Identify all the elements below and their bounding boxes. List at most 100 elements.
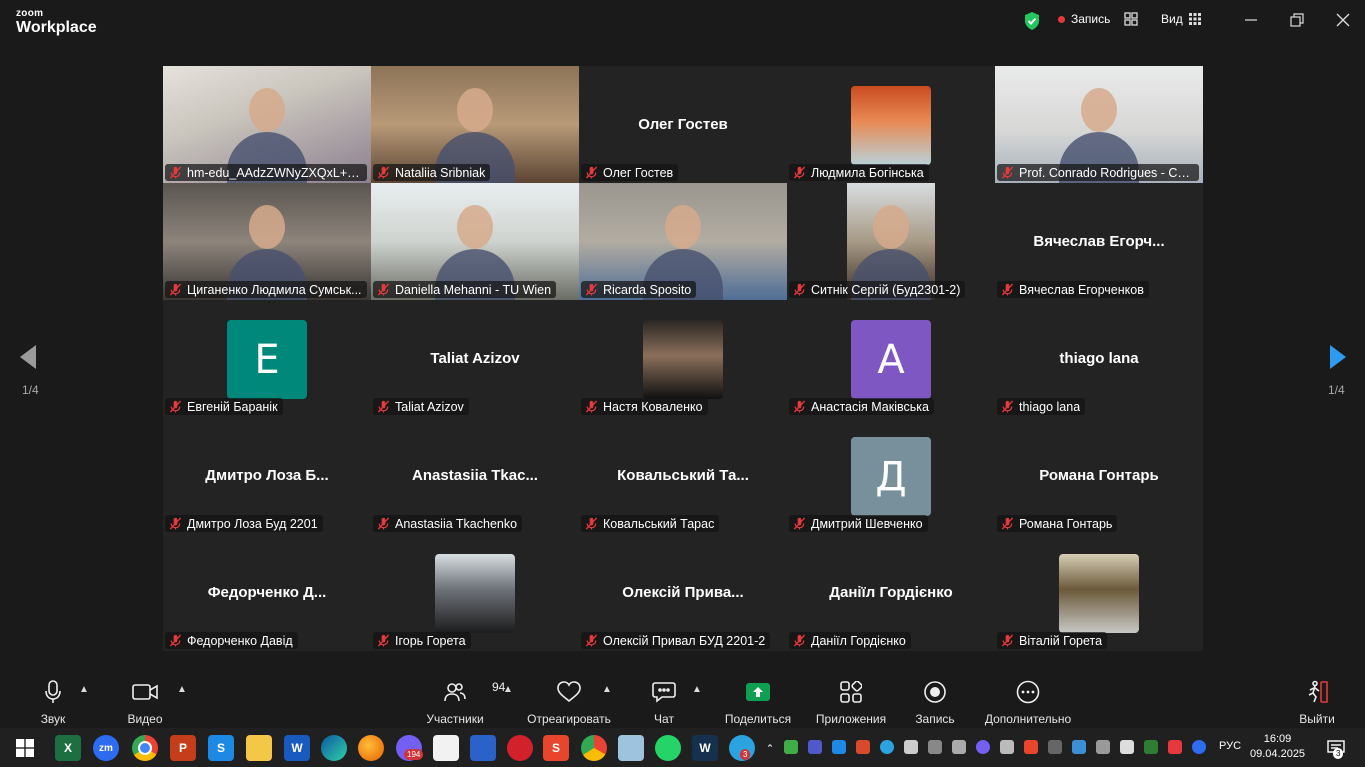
prev-page-arrow-icon[interactable] — [18, 343, 38, 376]
participant-tile[interactable]: Людмила Богінська — [787, 66, 995, 183]
chat-options-caret-icon[interactable]: ▲ — [692, 684, 702, 695]
close-button[interactable] — [1331, 10, 1355, 30]
participant-tile[interactable]: Віталій Горета — [995, 534, 1203, 651]
tray-security-icon[interactable] — [1144, 740, 1158, 754]
react-options-caret-icon[interactable]: ▲ — [602, 684, 612, 695]
whatsapp-icon[interactable] — [655, 735, 681, 761]
audio-options-caret-icon[interactable]: ▲ — [79, 684, 89, 695]
participant-name: Nataliia Sribniak — [395, 165, 486, 180]
recording-indicator[interactable]: Запись — [1058, 12, 1110, 26]
tray-battery-icon[interactable] — [1000, 740, 1014, 754]
tray-app-s-icon[interactable] — [1024, 740, 1038, 754]
zoom-taskbar-icon[interactable]: zm — [93, 735, 119, 761]
muted-microphone-icon — [793, 283, 806, 296]
notepad-icon[interactable] — [433, 735, 459, 761]
participant-name: Циганенко Людмила Сумськ... — [187, 282, 362, 297]
paint-app-icon[interactable] — [618, 735, 644, 761]
file-explorer-icon[interactable] — [246, 735, 272, 761]
tray-zoom-icon[interactable] — [1192, 740, 1206, 754]
participant-tile[interactable]: Циганенко Людмила Сумськ... — [163, 183, 371, 300]
share-button[interactable]: Поделиться — [723, 668, 793, 728]
webex-icon[interactable]: W — [692, 735, 718, 761]
participant-tile[interactable]: Д Дмитрий Шевченко — [787, 417, 995, 534]
participant-tile[interactable]: Ковальський Та... Ковальський Тарас — [579, 417, 787, 534]
participants-options-caret-icon[interactable]: ▲ — [503, 684, 513, 695]
participant-tile[interactable]: Настя Коваленко — [579, 300, 787, 417]
participant-name: Дмитрий Шевченко — [811, 516, 923, 531]
more-button[interactable]: Дополнительно — [980, 668, 1076, 728]
participant-display-name: Дмитро Лоза Б... — [205, 467, 329, 484]
muted-microphone-icon — [585, 634, 598, 647]
participant-tile[interactable]: Daniella Mehanni - TU Wien — [371, 183, 579, 300]
participant-tile[interactable]: hm-edu_AAdzZWNyZXQxL+2hayf... — [163, 66, 371, 183]
tray-mic-icon[interactable] — [904, 740, 918, 754]
participant-tile[interactable]: Федорченко Д... Федорченко Давід — [163, 534, 371, 651]
system-clock[interactable]: 16:09 09.04.2025 — [1250, 732, 1305, 762]
participant-tile[interactable]: Prof. Conrado Rodrigues - CEFE... — [995, 66, 1203, 183]
participant-tile[interactable]: Ricarda Sposito — [579, 183, 787, 300]
participant-tile[interactable]: Даніїл Гордієнко Даніїл Гордієнко — [787, 534, 995, 651]
video-options-caret-icon[interactable]: ▲ — [177, 684, 187, 695]
tray-device-icon[interactable] — [1096, 740, 1110, 754]
chat-button[interactable]: Чат — [648, 668, 680, 728]
tray-webex-icon[interactable] — [832, 740, 846, 754]
record-button[interactable]: Запись — [912, 668, 958, 728]
next-page-arrow-icon[interactable] — [1328, 343, 1348, 376]
excel-icon[interactable]: X — [55, 735, 81, 761]
participant-tile[interactable]: Романа Гонтарь Романа Гонтарь — [995, 417, 1203, 534]
minimize-button[interactable] — [1239, 10, 1263, 30]
tray-viber-icon[interactable] — [976, 740, 990, 754]
leave-button[interactable]: Выйти — [1297, 668, 1337, 728]
app-s-red-icon[interactable]: S — [543, 735, 569, 761]
participant-tile[interactable]: E Евгеній Баранік — [163, 300, 371, 417]
participant-tile[interactable]: Вячеслав Егорч... Вячеслав Егорченков — [995, 183, 1203, 300]
participant-tile[interactable]: Дмитро Лоза Б... Дмитро Лоза Буд 2201 — [163, 417, 371, 534]
powerpoint-icon[interactable]: P — [170, 735, 196, 761]
participant-name: Taliat Azizov — [395, 399, 464, 414]
participant-tile[interactable]: A Анастасія Маківська — [787, 300, 995, 417]
anydesk-icon[interactable] — [507, 735, 533, 761]
tray-volume-icon[interactable] — [1120, 740, 1134, 754]
chrome-icon[interactable] — [132, 735, 158, 761]
react-button[interactable]: Отреагировать — [526, 668, 612, 728]
participants-button[interactable]: 94 Участники — [423, 668, 505, 728]
audio-button[interactable]: Звук — [33, 668, 73, 728]
tray-teams-icon[interactable] — [808, 740, 822, 754]
clock-date: 09.04.2025 — [1250, 748, 1306, 760]
muted-microphone-icon — [585, 517, 598, 530]
tray-app-icon[interactable] — [856, 740, 870, 754]
video-button[interactable]: Видео — [124, 668, 166, 728]
input-language[interactable]: РУС — [1219, 740, 1241, 752]
tray-network-icon[interactable] — [1072, 740, 1086, 754]
participant-tile[interactable]: Олексій Прива... Олексій Привал БУД 2201-… — [579, 534, 787, 651]
apps-button[interactable]: Приложения — [813, 668, 889, 728]
tray-monitor-icon[interactable] — [928, 740, 942, 754]
save-app-icon[interactable] — [470, 735, 496, 761]
tray-speaker-muted-icon[interactable] — [1168, 740, 1182, 754]
edge-icon[interactable] — [321, 735, 347, 761]
tray-check-icon[interactable] — [784, 740, 798, 754]
participant-tile[interactable]: Ситнік Сергій (Буд2301-2) — [787, 183, 995, 300]
tray-expand-icon[interactable]: ⌃ — [763, 735, 777, 761]
participant-tile[interactable]: Олег Гостев Олег Гостев — [579, 66, 787, 183]
view-button[interactable]: Вид — [1161, 12, 1201, 26]
participant-tile[interactable]: Anastasiia Tkac... Anastasiia Tkachenko — [371, 417, 579, 534]
tray-telegram-icon[interactable] — [880, 740, 894, 754]
word-icon[interactable]: W — [284, 735, 310, 761]
security-shield-icon[interactable] — [1023, 11, 1041, 31]
restore-button[interactable] — [1285, 10, 1309, 30]
clock-time: 16:09 — [1263, 733, 1292, 745]
participant-name-label: Анастасія Маківська — [789, 398, 934, 415]
windows-start-icon[interactable] — [12, 735, 38, 761]
tray-wifi-icon[interactable] — [1048, 740, 1062, 754]
participant-tile[interactable]: Nataliia Sribniak — [371, 66, 579, 183]
firefox-icon[interactable] — [358, 735, 384, 761]
participant-tile[interactable]: Ігорь Горета — [371, 534, 579, 651]
meeting-toolbar: Звук ▲ Видео ▲ 94 Участники ▲ Отреагиров… — [0, 668, 1365, 728]
participant-tile[interactable]: Taliat Azizov Taliat Azizov — [371, 300, 579, 417]
participant-tile[interactable]: thiago lana thiago lana — [995, 300, 1203, 417]
app-s-blue-icon[interactable]: S — [208, 735, 234, 761]
gallery-grid-icon[interactable] — [1124, 12, 1138, 26]
tray-usb-icon[interactable] — [952, 740, 966, 754]
chrome-profile-icon[interactable] — [581, 735, 607, 761]
